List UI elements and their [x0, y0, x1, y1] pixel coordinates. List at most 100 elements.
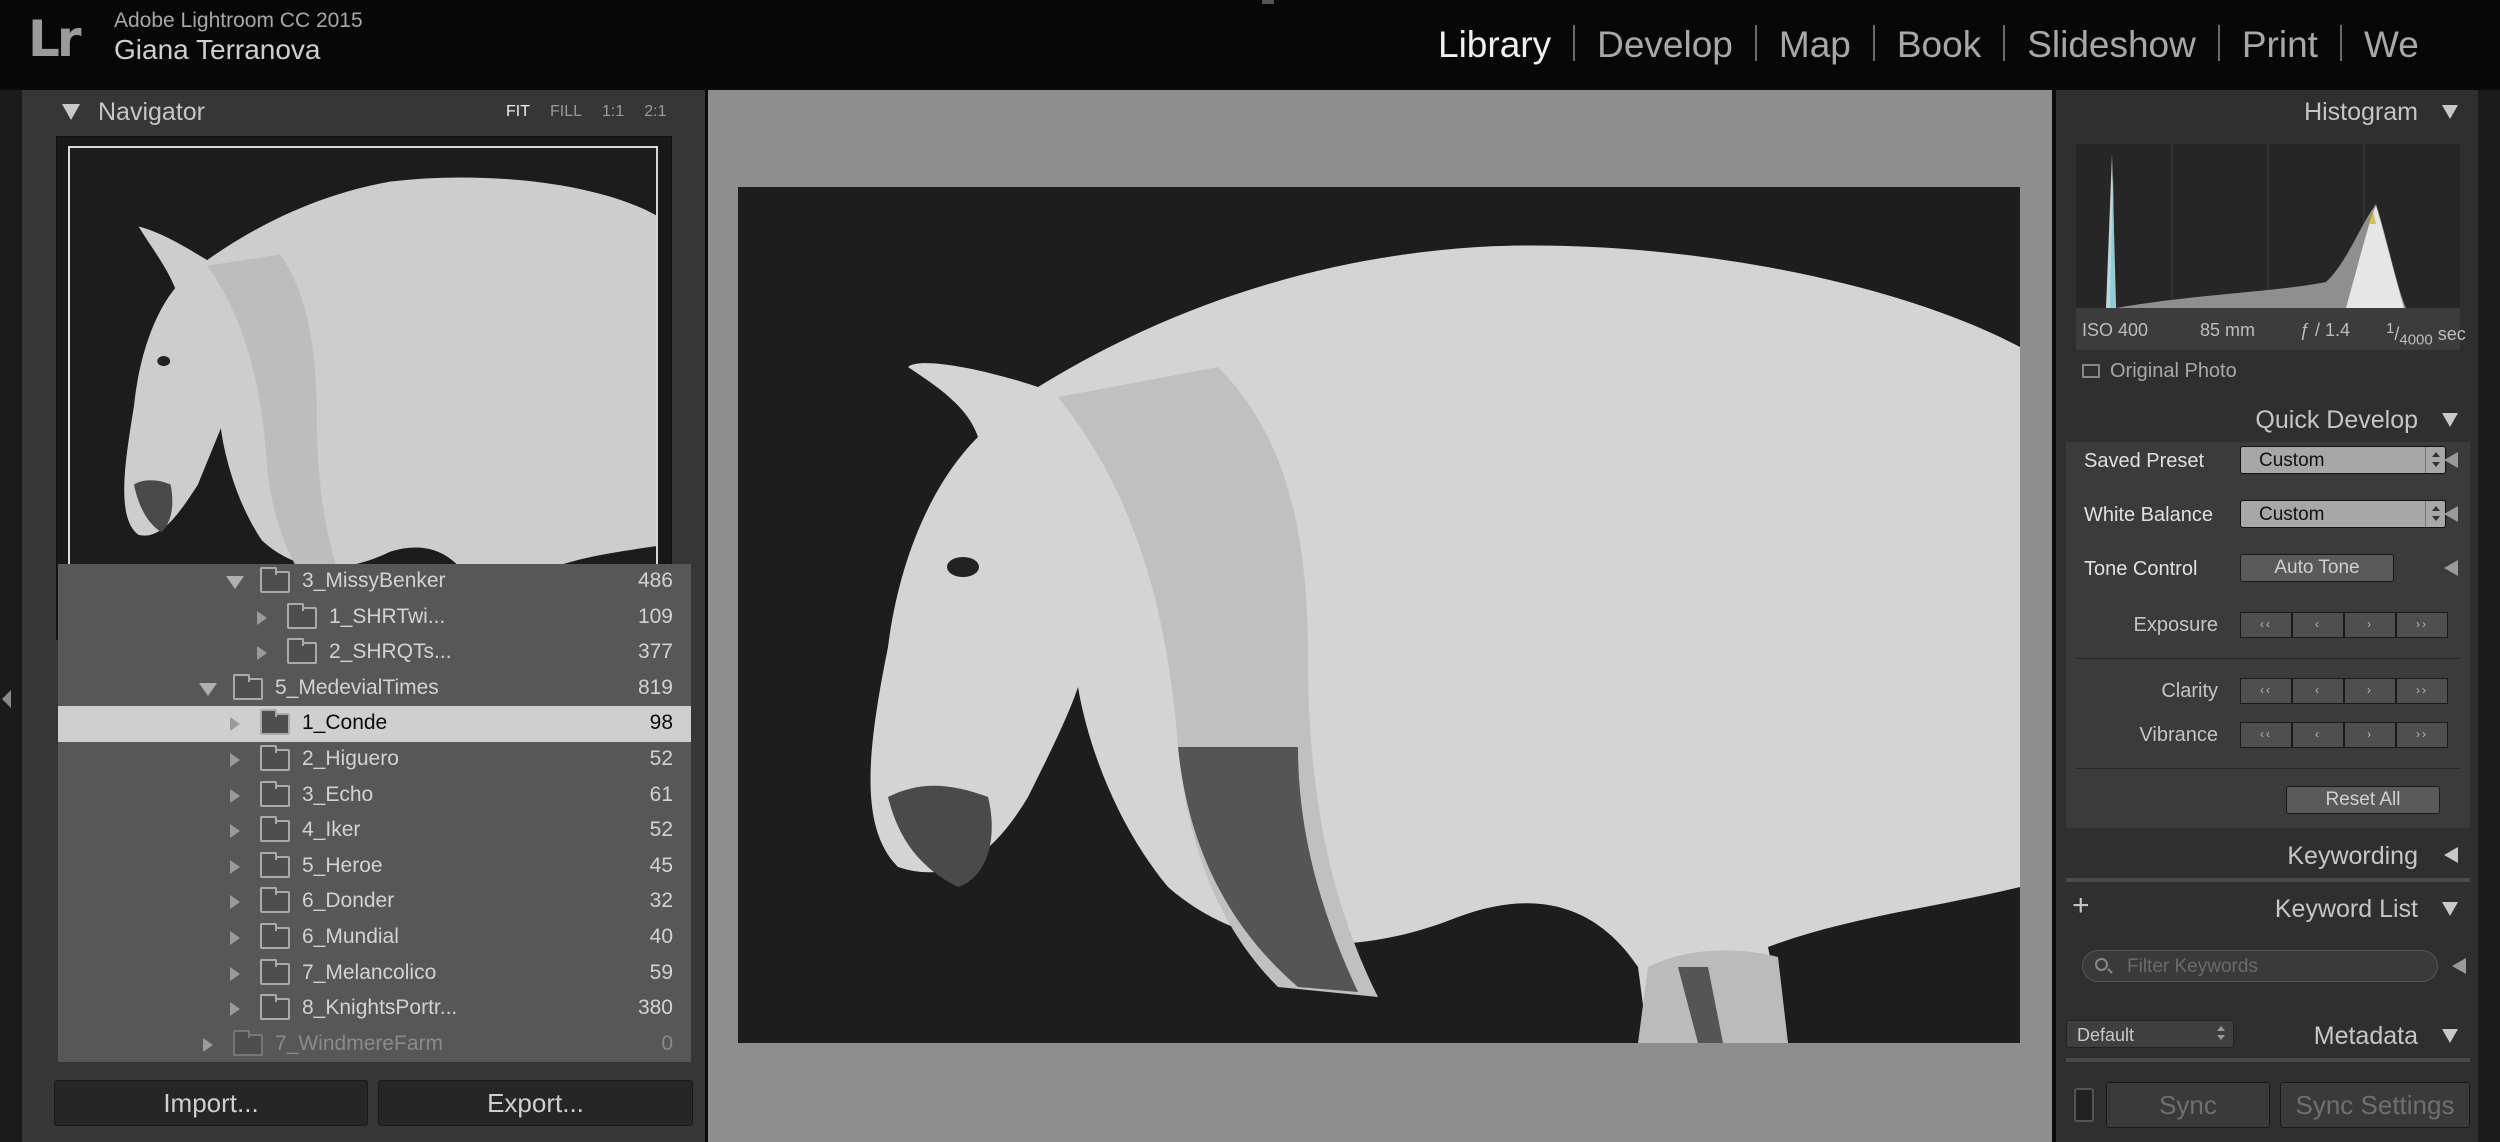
- disclosure-closed-icon[interactable]: [230, 753, 240, 767]
- disclosure-closed-icon[interactable]: [230, 1002, 240, 1017]
- disclosure-closed-icon[interactable]: [203, 1037, 213, 1052]
- histogram-graph[interactable]: [2076, 144, 2460, 308]
- main-photo[interactable]: [738, 187, 2020, 1043]
- expand-arrow-icon[interactable]: [2444, 506, 2458, 522]
- quick-develop-header[interactable]: Quick Develop: [2056, 398, 2478, 442]
- histogram-header[interactable]: Histogram: [2056, 90, 2478, 134]
- add-keyword-icon[interactable]: +: [2072, 889, 2090, 923]
- zoom-fill[interactable]: FILL: [550, 103, 582, 120]
- saved-preset-select[interactable]: Custom: [2240, 446, 2446, 474]
- disclosure-closed-icon[interactable]: [230, 824, 240, 839]
- folder-row[interactable]: 7_WindmereFarm 0: [58, 1027, 691, 1062]
- reset-all-button[interactable]: Reset All: [2286, 786, 2440, 814]
- disclosure-closed-icon[interactable]: [230, 931, 240, 945]
- folder-row[interactable]: 4_Iker 52: [58, 813, 691, 849]
- collapse-left-panel-icon[interactable]: [2, 690, 11, 708]
- shutter-numerator: 1: [2386, 320, 2395, 337]
- folder-count: 61: [649, 782, 673, 806]
- original-photo-toggle[interactable]: Original Photo: [2082, 360, 2237, 383]
- folder-row[interactable]: 6_Donder 32: [58, 884, 691, 920]
- collapse-triangle-icon[interactable]: [62, 104, 80, 120]
- white-balance-select[interactable]: Custom: [2240, 500, 2446, 528]
- right-panel: Histogram ISO 400 85 mm ƒ / 1.4 1/4000 s…: [2056, 90, 2478, 1142]
- module-map[interactable]: Map: [1779, 24, 1851, 66]
- folder-count: 819: [637, 675, 673, 699]
- folder-row[interactable]: 5_Heroe 45: [58, 849, 691, 885]
- vibrance-decrease-large[interactable]: ‹‹: [2240, 722, 2292, 748]
- vibrance-increase-large[interactable]: ››: [2396, 722, 2448, 748]
- exposure-decrease[interactable]: ‹: [2292, 612, 2344, 638]
- sync-settings-button[interactable]: Sync Settings: [2280, 1082, 2470, 1128]
- vibrance-decrease[interactable]: ‹: [2292, 722, 2344, 748]
- clarity-decrease-large[interactable]: ‹‹: [2240, 678, 2292, 704]
- export-button[interactable]: Export...: [378, 1080, 693, 1126]
- zoom-2-1[interactable]: 2:1: [644, 103, 666, 120]
- navigator-thumbnail[interactable]: [68, 146, 658, 630]
- folder-row[interactable]: 3_Echo 61: [58, 778, 691, 814]
- exposure-increase-large[interactable]: ››: [2396, 612, 2448, 638]
- expand-arrow-icon[interactable]: [2444, 560, 2458, 576]
- zoom-1-1[interactable]: 1:1: [602, 103, 624, 120]
- vibrance-increase[interactable]: ›: [2344, 722, 2396, 748]
- module-book[interactable]: Book: [1897, 24, 1981, 66]
- disclosure-closed-icon[interactable]: [230, 966, 240, 981]
- folder-row[interactable]: 8_KnightsPortr... 380: [58, 991, 691, 1027]
- collapse-triangle-icon[interactable]: [2442, 902, 2458, 916]
- folder-count: 98: [649, 711, 673, 735]
- original-photo-checkbox[interactable]: [2082, 364, 2100, 378]
- module-print[interactable]: Print: [2242, 24, 2318, 66]
- sync-button[interactable]: Sync: [2106, 1082, 2270, 1128]
- saved-preset-label: Saved Preset: [2084, 450, 2205, 472]
- folder-row[interactable]: 7_Melancolico 59: [58, 956, 691, 992]
- module-library[interactable]: Library: [1438, 24, 1551, 66]
- divider: [2076, 658, 2460, 659]
- right-panel-edge[interactable]: [2478, 90, 2500, 1142]
- identity-plate-user[interactable]: Giana Terranova: [114, 34, 321, 66]
- folder-row[interactable]: 1_SHRTwi... 109: [58, 600, 691, 636]
- clarity-increase[interactable]: ›: [2344, 678, 2396, 704]
- folder-row[interactable]: 5_MedevialTimes 819: [58, 671, 691, 707]
- exposure-decrease-large[interactable]: ‹‹: [2240, 612, 2292, 638]
- navigator-header[interactable]: Navigator FIT FILL 1:1 2:1: [22, 90, 705, 130]
- zoom-fit[interactable]: FIT: [506, 103, 530, 120]
- disclosure-open-icon[interactable]: [226, 576, 244, 589]
- metadata-header[interactable]: Metadata: [2056, 1014, 2478, 1058]
- exposure-increase[interactable]: ›: [2344, 612, 2396, 638]
- disclosure-open-icon[interactable]: [199, 682, 217, 696]
- folder-count: 32: [649, 889, 673, 913]
- disclosure-closed-icon[interactable]: [230, 788, 240, 803]
- folder-row[interactable]: 6_Mundial 40: [58, 920, 691, 956]
- import-button[interactable]: Import...: [54, 1080, 368, 1126]
- top-panel-toggle-icon[interactable]: [1262, 0, 1274, 4]
- folder-count: 45: [649, 853, 673, 877]
- shutter-unit: sec: [2437, 324, 2466, 344]
- module-slideshow[interactable]: Slideshow: [2027, 24, 2196, 66]
- module-develop[interactable]: Develop: [1597, 24, 1733, 66]
- folder-row[interactable]: 2_SHRQTs... 377: [58, 635, 691, 671]
- disclosure-closed-icon[interactable]: [257, 646, 267, 661]
- module-web[interactable]: We: [2364, 24, 2419, 66]
- expand-arrow-icon[interactable]: [2444, 452, 2458, 468]
- clarity-decrease[interactable]: ‹: [2292, 678, 2344, 704]
- collapse-triangle-icon[interactable]: [2442, 105, 2458, 119]
- disclosure-closed-icon[interactable]: [230, 717, 240, 732]
- disclosure-closed-icon[interactable]: [230, 895, 240, 910]
- disclosure-closed-icon[interactable]: [230, 859, 240, 874]
- folder-row[interactable]: 1_Conde 98: [58, 706, 691, 742]
- collapse-triangle-icon[interactable]: [2442, 1029, 2458, 1043]
- horse-thumbnail-image: [70, 148, 656, 628]
- auto-sync-switch[interactable]: [2074, 1088, 2094, 1122]
- folder-row[interactable]: 3_MissyBenker 486: [58, 564, 691, 600]
- folder-row[interactable]: 2_Higuero 52: [58, 742, 691, 778]
- keyword-filter-input[interactable]: Filter Keywords: [2082, 950, 2438, 982]
- auto-tone-button[interactable]: Auto Tone: [2240, 554, 2394, 582]
- keyword-list-header[interactable]: + Keyword List: [2056, 887, 2478, 931]
- disclosure-closed-icon[interactable]: [257, 610, 267, 625]
- collapse-triangle-icon[interactable]: [2442, 413, 2458, 427]
- expand-triangle-icon[interactable]: [2444, 847, 2458, 863]
- folder-icon: [287, 638, 317, 665]
- left-panel-edge[interactable]: [0, 90, 22, 1142]
- keywording-header[interactable]: Keywording: [2056, 834, 2478, 878]
- clarity-increase-large[interactable]: ››: [2396, 678, 2448, 704]
- expand-arrow-icon[interactable]: [2452, 958, 2466, 974]
